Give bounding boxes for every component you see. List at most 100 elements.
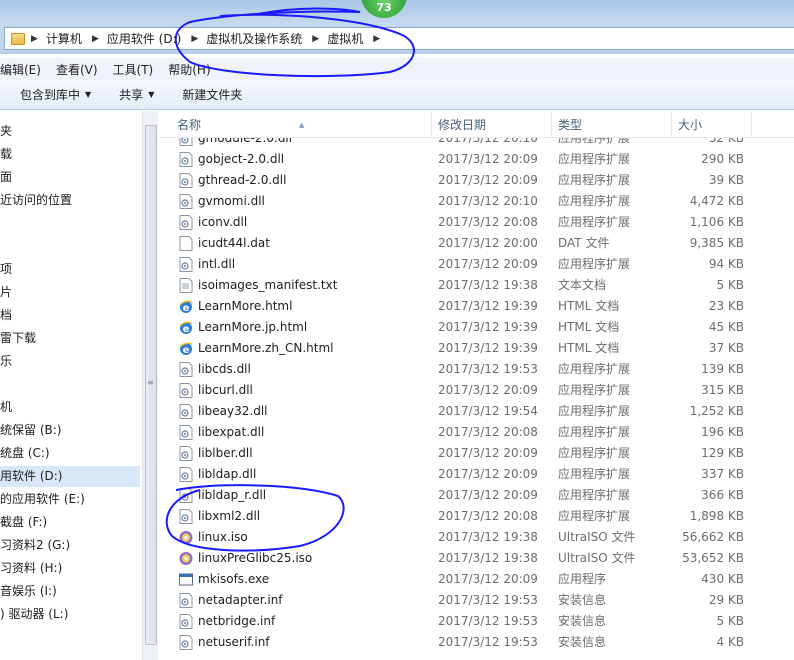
nav-item[interactable]: 习资料2 (G:) <box>0 535 140 556</box>
nav-item[interactable]: ) 驱动器 (L:) <box>0 604 140 625</box>
nav-item[interactable]: 统盘 (C:) <box>0 443 140 464</box>
file-row[interactable]: linux.iso 2017/3/12 19:38 UltraISO 文件 56,66… <box>159 527 794 548</box>
column-name[interactable]: 名称 ▲ <box>159 111 432 138</box>
file-row[interactable]: libeay32.dll 2017/3/12 19:54 应用程序扩展 1,252 K… <box>159 401 794 422</box>
file-type: 应用程序扩展 <box>558 383 631 397</box>
nav-item[interactable]: 档 <box>0 305 140 326</box>
nav-item[interactable]: 截盘 (F:) <box>0 512 140 533</box>
nav-item[interactable]: 习资料 (H:) <box>0 558 140 579</box>
nav-item[interactable]: 用软件 (D:) <box>0 466 140 487</box>
nav-item[interactable]: 项 <box>0 259 140 280</box>
file-row[interactable]: libxml2.dll 2017/3/12 20:08 应用程序扩展 1,898 KB <box>159 506 794 527</box>
file-size: 366 KB <box>701 488 744 502</box>
breadcrumb-drive-d[interactable]: 应用软件 (D:) <box>107 30 181 47</box>
file-row[interactable]: linuxPreGlibc25.iso 2017/3/12 19:38 UltraI… <box>159 548 794 569</box>
file-name: libcurl.dll <box>198 383 253 397</box>
file-row[interactable]: icudt44l.dat 2017/3/12 20:00 DAT 文件 9,385 K… <box>159 233 794 254</box>
chevron-right-icon[interactable]: ▶ <box>373 34 380 44</box>
file-row[interactable]: libldap.dll 2017/3/12 20:09 应用程序扩展 337 KB <box>159 464 794 485</box>
breadcrumb-computer[interactable]: 计算机 <box>46 30 82 47</box>
file-size: 1,106 KB <box>689 215 744 229</box>
nav-item[interactable]: 面 <box>0 167 140 188</box>
nav-item[interactable]: 夹 <box>0 121 140 142</box>
folder-icon <box>11 32 25 45</box>
file-row[interactable]: e LearnMore.zh_CN.html 2017/3/12 19:39 HTML… <box>159 338 794 359</box>
nav-item[interactable]: 片 <box>0 282 140 303</box>
file-row[interactable]: libldap_r.dll 2017/3/12 20:09 应用程序扩展 366 KB <box>159 485 794 506</box>
chevron-right-icon[interactable]: ▶ <box>312 34 319 44</box>
file-row[interactable]: e LearnMore.jp.html 2017/3/12 19:39 HTML 文档… <box>159 317 794 338</box>
menu-help[interactable]: 帮助(H) <box>168 61 210 78</box>
nav-item[interactable]: 统保留 (B:) <box>0 420 140 441</box>
file-name: gvmomi.dll <box>198 194 265 208</box>
file-name: netbridge.inf <box>198 614 276 628</box>
address-bar[interactable]: ▶ 计算机 ▶ 应用软件 (D:) ▶ 虚拟机及操作系统 ▶ 虚拟机 ▶ <box>4 27 794 50</box>
file-row[interactable]: gvmomi.dll 2017/3/12 20:10 应用程序扩展 4,472 KB <box>159 191 794 212</box>
file-row[interactable]: liblber.dll 2017/3/12 20:09 应用程序扩展 129 KB <box>159 443 794 464</box>
share-button[interactable]: 共享 ▼ <box>119 86 154 103</box>
nav-item[interactable]: 乐 <box>0 351 140 372</box>
svg-text:e: e <box>183 303 190 314</box>
nav-item[interactable] <box>0 374 140 395</box>
file-type: 应用程序扩展 <box>558 194 631 208</box>
nav-item[interactable]: 音娱乐 (I:) <box>0 581 140 602</box>
file-row[interactable]: intl.dll 2017/3/12 20:09 应用程序扩展 94 KB <box>159 254 794 275</box>
file-name: gthread-2.0.dll <box>198 173 287 187</box>
column-type[interactable]: 类型 <box>552 111 672 138</box>
dll-file-icon <box>179 425 193 440</box>
file-row[interactable]: e LearnMore.html 2017/3/12 19:39 HTML 文档 23 … <box>159 296 794 317</box>
file-row[interactable]: libexpat.dll 2017/3/12 20:08 应用程序扩展 196 KB <box>159 422 794 443</box>
nav-scrollbar[interactable]: ≡ <box>142 111 158 660</box>
file-name: libldap_r.dll <box>198 488 267 502</box>
file-row[interactable]: isoimages_manifest.txt 2017/3/12 19:38 文本文… <box>159 275 794 296</box>
menu-edit[interactable]: 编辑(E) <box>0 61 41 78</box>
file-date: 2017/3/12 20:09 <box>438 488 538 502</box>
column-size[interactable]: 大小 <box>672 111 752 138</box>
column-date-label: 修改日期 <box>438 118 487 132</box>
inf-file-icon <box>179 593 193 608</box>
chevron-right-icon[interactable]: ▶ <box>31 34 38 44</box>
file-date: 2017/3/12 19:53 <box>438 614 538 628</box>
file-date: 2017/3/12 20:08 <box>438 215 538 229</box>
file-row[interactable]: netuserif.inf 2017/3/12 19:53 安装信息 4 KB <box>159 632 794 653</box>
file-row[interactable]: netbridge.inf 2017/3/12 19:53 安装信息 5 KB <box>159 611 794 632</box>
file-name: LearnMore.zh_CN.html <box>198 341 334 355</box>
file-row[interactable]: iconv.dll 2017/3/12 20:08 应用程序扩展 1,106 KB <box>159 212 794 233</box>
file-row[interactable]: netadapter.inf 2017/3/12 19:53 安装信息 29 KB <box>159 590 794 611</box>
file-row[interactable]: gobject-2.0.dll 2017/3/12 20:09 应用程序扩展 290 … <box>159 149 794 170</box>
file-row[interactable]: libcds.dll 2017/3/12 19:53 应用程序扩展 139 KB <box>159 359 794 380</box>
file-row[interactable]: gthread-2.0.dll 2017/3/12 20:09 应用程序扩展 39 K… <box>159 170 794 191</box>
file-row[interactable]: gmodule-2.0.dll 2017/3/12 20:10 应用程序扩展 32 K… <box>159 138 794 149</box>
file-name: linux.iso <box>198 530 248 544</box>
chevron-right-icon[interactable]: ▶ <box>92 34 99 44</box>
nav-item[interactable]: 近访问的位置 <box>0 190 140 211</box>
file-name: libxml2.dll <box>198 509 261 523</box>
nav-item[interactable]: 载 <box>0 144 140 165</box>
nav-item[interactable]: 机 <box>0 397 140 418</box>
file-date: 2017/3/12 19:39 <box>438 299 538 313</box>
dll-file-icon <box>179 404 193 419</box>
breadcrumb-vm[interactable]: 虚拟机 <box>327 30 363 47</box>
new-folder-button[interactable]: 新建文件夹 <box>182 86 242 103</box>
file-name: intl.dll <box>198 257 236 271</box>
breadcrumb-vm-os[interactable]: 虚拟机及操作系统 <box>206 30 302 47</box>
column-type-label: 类型 <box>558 118 583 132</box>
file-row[interactable]: libcurl.dll 2017/3/12 20:09 应用程序扩展 315 KB <box>159 380 794 401</box>
nav-item[interactable] <box>0 236 140 257</box>
chevron-right-icon[interactable]: ▶ <box>191 34 198 44</box>
include-in-library-button[interactable]: 包含到库中 ▼ <box>20 86 91 103</box>
file-row[interactable]: mkisofs.exe 2017/3/12 20:09 应用程序 430 KB <box>159 569 794 590</box>
column-date[interactable]: 修改日期 <box>432 111 552 138</box>
file-name: gmodule-2.0.dll <box>198 138 293 145</box>
nav-item[interactable] <box>0 213 140 234</box>
nav-item[interactable]: 的应用软件 (E:) <box>0 489 140 510</box>
file-type: 应用程序扩展 <box>558 509 631 523</box>
menu-view[interactable]: 查看(V) <box>56 61 98 78</box>
menu-tools[interactable]: 工具(T) <box>113 61 154 78</box>
nav-item[interactable]: 雷下载 <box>0 328 140 349</box>
file-type: DAT 文件 <box>558 236 610 250</box>
exe-file-icon <box>179 572 193 587</box>
file-type: 应用程序扩展 <box>558 215 631 229</box>
file-size: 56,662 KB <box>682 530 744 544</box>
file-date: 2017/3/12 19:38 <box>438 551 538 565</box>
